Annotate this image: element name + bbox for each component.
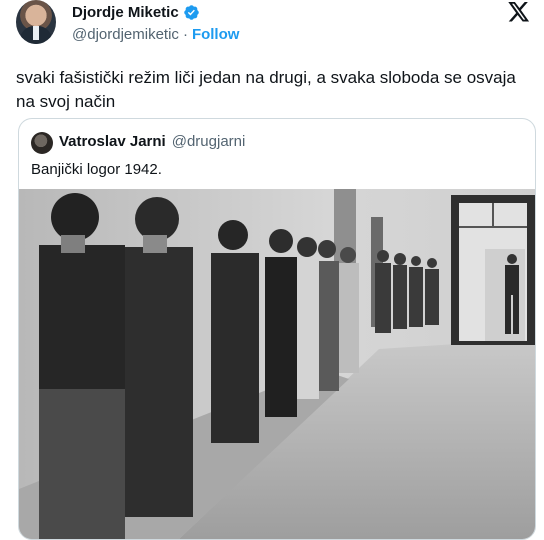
- quoted-tweet-text: Banjički logor 1942.: [31, 161, 162, 178]
- quoted-tweet-card[interactable]: Vatroslav Jarni @drugjarni Banjički logo…: [18, 118, 536, 540]
- author-handle-row: @djordjemiketic · Follow: [72, 26, 239, 43]
- quoted-author-name[interactable]: Vatroslav Jarni: [59, 133, 166, 150]
- tweet-text: svaki fašistički režim liči jedan na dru…: [16, 68, 516, 111]
- author-name[interactable]: Djordje Miketic: [72, 4, 179, 21]
- author-handle[interactable]: @djordjemiketic: [72, 26, 179, 43]
- quoted-tweet-photo[interactable]: [19, 189, 535, 539]
- quoted-author-handle[interactable]: @drugjarni: [172, 133, 246, 150]
- separator-dot: ·: [182, 26, 188, 43]
- author-name-row: Djordje Miketic: [72, 4, 200, 21]
- verified-badge-icon: [183, 5, 199, 20]
- x-logo-icon[interactable]: [508, 2, 530, 22]
- quoted-author-avatar[interactable]: [31, 132, 53, 154]
- follow-button[interactable]: Follow: [192, 26, 240, 43]
- quoted-author-row: Vatroslav Jarni @drugjarni: [59, 133, 245, 150]
- author-avatar[interactable]: [16, 0, 56, 44]
